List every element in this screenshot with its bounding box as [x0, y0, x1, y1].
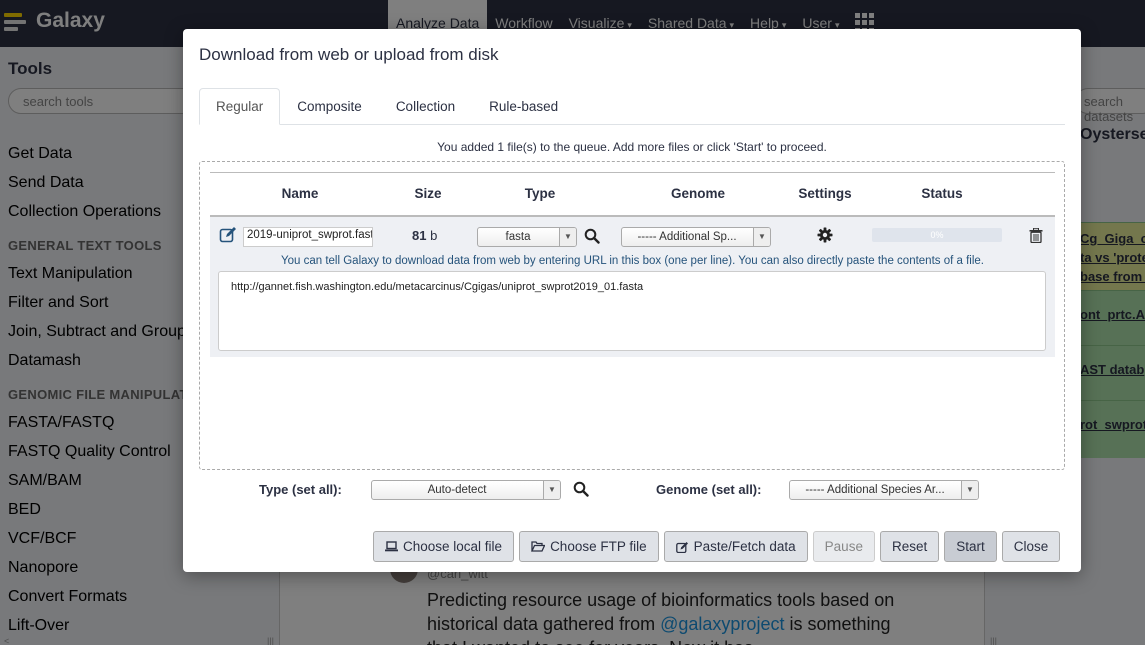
search-icon[interactable]: [584, 228, 600, 244]
file-size: 81 b: [412, 228, 438, 243]
choose-local-file-button[interactable]: Choose local file: [373, 531, 515, 562]
dropdown-arrow-icon: ▼: [543, 481, 560, 499]
url-paste-hint: You can tell Galaxy to download data fro…: [281, 255, 984, 267]
column-header-type: Type: [524, 186, 556, 201]
column-header-settings: Settings: [798, 186, 852, 201]
close-button[interactable]: Close: [1001, 531, 1061, 562]
column-header-status: Status: [921, 186, 963, 201]
column-header-genome: Genome: [670, 186, 725, 201]
dropdown-arrow-icon: ▼: [961, 481, 978, 499]
file-type-select[interactable]: fasta ▼: [477, 227, 577, 247]
dialog-title: Download from web or upload from disk: [199, 45, 499, 64]
upload-progress-bar: 0%: [872, 228, 1002, 242]
dialog-footer: Choose local file Choose FTP file Paste/…: [373, 531, 1061, 562]
edit-icon[interactable]: [219, 226, 237, 244]
type-set-all-label: Type (set all):: [259, 482, 342, 497]
tab-collection[interactable]: Collection: [379, 88, 472, 125]
choose-ftp-file-button[interactable]: Choose FTP file: [519, 531, 659, 562]
gear-icon[interactable]: [817, 227, 833, 243]
paste-fetch-data-button[interactable]: Paste/Fetch data: [663, 531, 808, 562]
type-set-all-select[interactable]: Auto-detect ▼: [371, 480, 561, 500]
laptop-icon: [385, 541, 398, 552]
genome-set-all-label: Genome (set all):: [656, 482, 762, 497]
upload-dialog: Download from web or upload from disk Re…: [183, 29, 1081, 572]
upload-drop-zone[interactable]: Name Size Type Genome Settings Status 20…: [199, 161, 1065, 470]
trash-icon[interactable]: [1029, 228, 1043, 243]
column-header-name: Name: [281, 186, 319, 201]
dropdown-arrow-icon: ▼: [753, 228, 770, 246]
queue-status-message: You added 1 file(s) to the queue. Add mo…: [437, 140, 827, 154]
upload-queue-row: 2019-uniprot_swprot.fasta 81 b fasta ▼ -…: [210, 217, 1055, 357]
start-button[interactable]: Start: [944, 531, 997, 562]
url-paste-textarea[interactable]: http://gannet.fish.washington.edu/metaca…: [218, 271, 1046, 351]
column-header-size: Size: [414, 186, 442, 201]
edit-icon: [675, 541, 688, 553]
file-name-input[interactable]: 2019-uniprot_swprot.fasta: [243, 227, 373, 247]
upload-tabs: Regular Composite Collection Rule-based: [199, 88, 1065, 125]
tab-composite[interactable]: Composite: [280, 88, 379, 125]
tab-regular[interactable]: Regular: [199, 88, 281, 125]
pause-button[interactable]: Pause: [812, 531, 875, 562]
genome-set-all-select[interactable]: ----- Additional Species Ar... ▼: [789, 480, 979, 500]
folder-open-icon: [531, 541, 546, 552]
genome-select[interactable]: ----- Additional Sp... ▼: [621, 227, 771, 247]
search-icon[interactable]: [573, 481, 589, 497]
upload-table-header: Name Size Type Genome Settings Status: [210, 172, 1055, 217]
reset-button[interactable]: Reset: [879, 531, 940, 562]
tab-rule-based[interactable]: Rule-based: [472, 88, 575, 125]
dropdown-arrow-icon: ▼: [559, 228, 576, 246]
